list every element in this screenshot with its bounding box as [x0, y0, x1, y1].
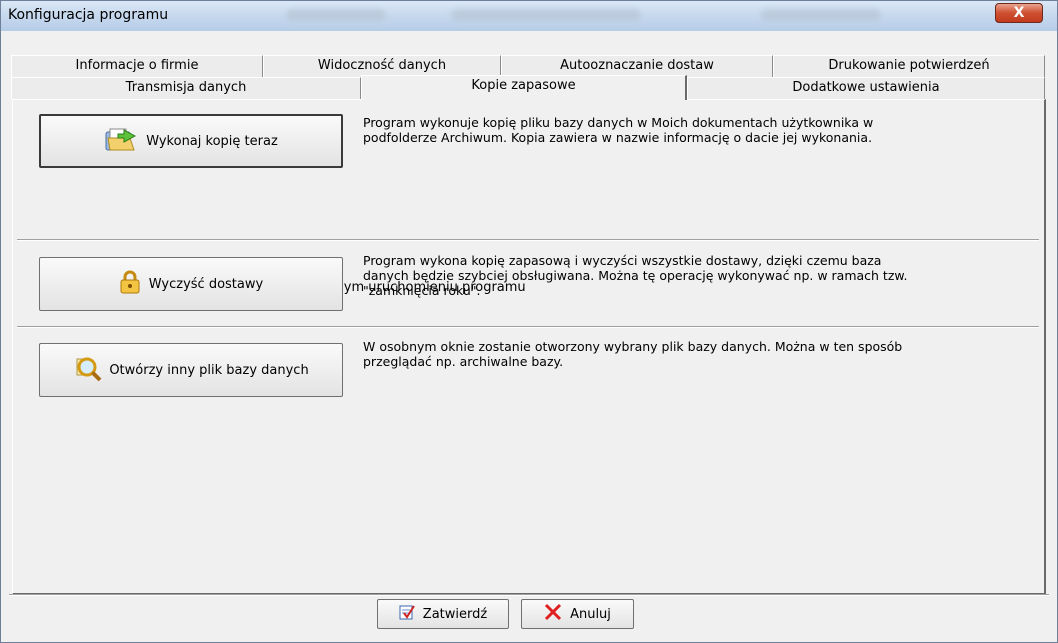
tab-kopie-zapasowe[interactable]: Kopie zapasowe	[361, 75, 687, 100]
magnifier-icon	[73, 353, 103, 387]
cancel-button[interactable]: Anuluj	[521, 599, 634, 629]
blurred-taskbar-area	[286, 9, 386, 21]
tab-panel-kopie-zapasowe: Wykonaj kopię teraz Program wykonuje kop…	[12, 99, 1046, 595]
backup-now-button[interactable]: Wykonaj kopię teraz	[39, 114, 343, 168]
checklist-icon	[399, 604, 415, 624]
tab-autooznaczanie-dostaw[interactable]: Autooznaczanie dostaw	[501, 55, 773, 77]
tab-label: Drukowanie potwierdzeń	[828, 58, 990, 73]
backup-description: Program wykonuje kopię pliku bazy danych…	[363, 115, 874, 145]
tab-informacje-o-firmie[interactable]: Informacje o firmie	[11, 55, 263, 77]
blurred-taskbar-area	[761, 9, 881, 21]
close-icon: X	[1013, 5, 1025, 21]
tab-label: Transmisja danych	[125, 80, 247, 95]
red-x-icon	[544, 603, 562, 625]
confirm-label: Zatwierdź	[422, 606, 488, 622]
dialog-client: Informacje o firmie Widoczność danych Au…	[9, 31, 1049, 637]
open-other-db-label: Otwórzy inny plik bazy danych	[109, 362, 309, 378]
confirm-button[interactable]: Zatwierdź	[377, 599, 509, 629]
clear-description: Program wykona kopię zapasową i wyczyści…	[363, 253, 908, 298]
padlock-icon	[119, 270, 141, 298]
tab-widocznosc-danych[interactable]: Widoczność danych	[263, 55, 501, 77]
tab-label: Kopie zapasowe	[471, 78, 576, 93]
tab-label: Widoczność danych	[317, 58, 447, 73]
backup-now-label: Wykonaj kopię teraz	[146, 133, 278, 149]
tab-label: Informacje o firmie	[75, 58, 199, 73]
cancel-label: Anuluj	[570, 606, 611, 622]
clear-deliveries-label: Wyczyść dostawy	[148, 276, 264, 292]
section-divider	[17, 326, 1039, 328]
section-divider	[17, 239, 1039, 241]
close-button[interactable]: X	[995, 3, 1043, 23]
open-other-db-button[interactable]: Otwórzy inny plik bazy danych	[39, 343, 343, 397]
config-window: Konfiguracja programu X Informacje o fir…	[0, 0, 1058, 643]
tab-label: Autooznaczanie dostaw	[560, 58, 714, 73]
open-db-description: W osobnym oknie zostanie otworzony wybra…	[363, 339, 903, 369]
clear-deliveries-button[interactable]: Wyczyść dostawy	[39, 257, 343, 311]
tab-dodatkowe-ustawienia[interactable]: Dodatkowe ustawienia	[687, 77, 1045, 99]
footer-divider	[9, 594, 1049, 596]
tab-drukowanie-potwierdzen[interactable]: Drukowanie potwierdzeń	[773, 55, 1045, 77]
folder-arrow-icon	[104, 126, 138, 156]
window-title: Konfiguracja programu	[8, 7, 169, 23]
blurred-taskbar-area	[451, 9, 641, 21]
tab-label: Dodatkowe ustawienia	[792, 80, 940, 95]
tab-transmisja-danych[interactable]: Transmisja danych	[11, 77, 361, 99]
title-bar[interactable]: Konfiguracja programu X	[1, 1, 1057, 31]
